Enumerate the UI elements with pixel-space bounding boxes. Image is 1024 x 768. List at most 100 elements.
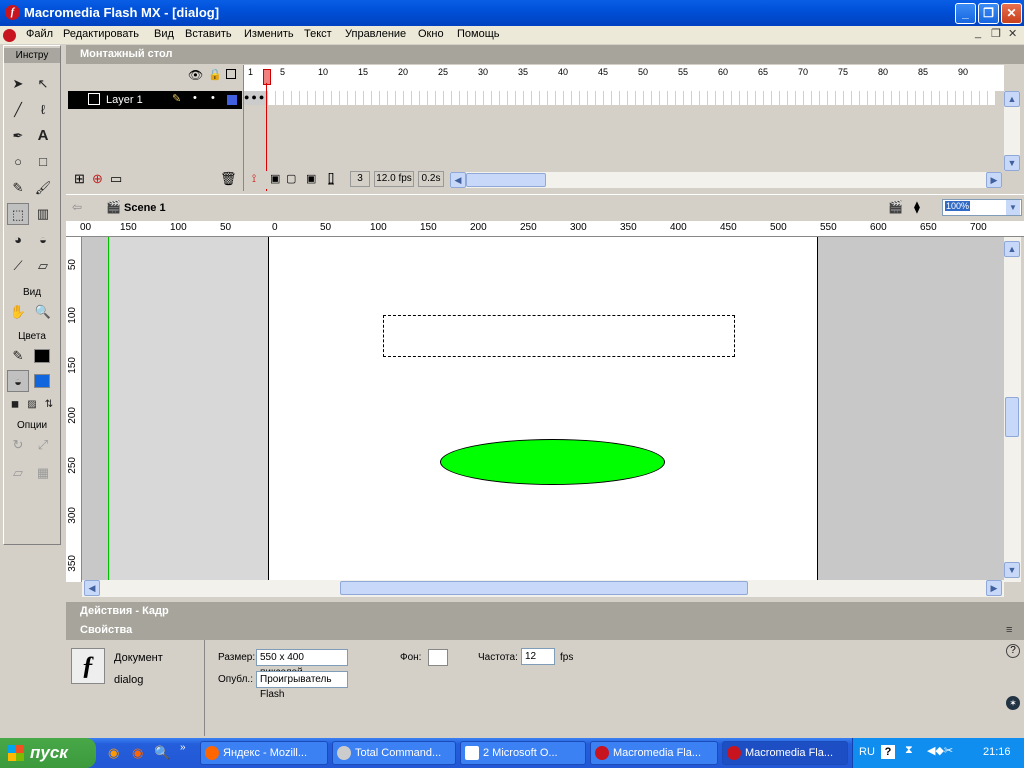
center-frame-icon[interactable]: ⟟ bbox=[252, 173, 256, 186]
trash-icon[interactable]: 🗑 bbox=[220, 171, 237, 187]
scroll-up-button[interactable]: ▲ bbox=[1004, 241, 1020, 257]
stage-hscrollbar[interactable]: ◀ ▶ bbox=[82, 580, 1004, 597]
scroll-down-button[interactable]: ▼ bbox=[1004, 155, 1020, 171]
language-indicator[interactable]: RU bbox=[859, 746, 875, 758]
green-ellipse[interactable] bbox=[440, 439, 665, 485]
stroke-color-swatch[interactable] bbox=[34, 349, 50, 363]
accessibility-icon[interactable]: ✶ bbox=[1006, 696, 1020, 710]
task-total-commander[interactable]: Total Command... bbox=[332, 741, 456, 765]
menu-view[interactable]: Вид bbox=[154, 28, 174, 40]
lock-icon[interactable]: 🔒 bbox=[208, 68, 222, 81]
onion-skin-icon[interactable]: ▣ bbox=[270, 172, 280, 185]
add-layer-icon[interactable]: ⊞ bbox=[74, 171, 85, 187]
network-icon[interactable]: ⧗ bbox=[905, 744, 913, 757]
keyframes[interactable]: ●●● bbox=[244, 91, 266, 105]
size-button[interactable]: 550 x 400 пикселей bbox=[256, 649, 348, 678]
doc-restore-button[interactable]: ❐ bbox=[991, 27, 1001, 40]
timeline-header[interactable]: Монтажный стол bbox=[66, 45, 1024, 64]
document-icon[interactable] bbox=[3, 29, 16, 42]
rectangle-tool-icon[interactable]: □ bbox=[32, 151, 54, 173]
edit-scene-icon[interactable]: 🎬 bbox=[888, 200, 903, 214]
text-field-box[interactable] bbox=[383, 315, 735, 357]
menu-help[interactable]: Помощь bbox=[457, 28, 500, 40]
brush-tool-icon[interactable]: 🖌 bbox=[32, 177, 54, 199]
frame-rate-input[interactable]: 12 bbox=[521, 648, 555, 665]
task-flash-1[interactable]: Macromedia Fla... bbox=[590, 741, 718, 765]
scroll-left-button[interactable]: ◀ bbox=[450, 172, 466, 188]
quicklaunch-icon[interactable]: ◉ bbox=[108, 745, 119, 761]
menu-modify[interactable]: Изменить bbox=[244, 28, 294, 40]
firefox-icon[interactable]: ◉ bbox=[132, 745, 143, 761]
scroll-up-button[interactable]: ▲ bbox=[1004, 91, 1020, 107]
edit-multiple-icon[interactable]: ▣ bbox=[306, 172, 316, 185]
tools-header[interactable]: Инстру bbox=[4, 48, 60, 63]
zoom-select[interactable]: 100% ▼ bbox=[942, 199, 1022, 216]
outline-icon[interactable] bbox=[226, 69, 236, 79]
help-icon[interactable]: ? bbox=[881, 745, 895, 759]
scroll-thumb[interactable] bbox=[466, 173, 546, 187]
eyedropper-tool-icon[interactable]: ⟋ bbox=[7, 255, 29, 277]
scene-name[interactable]: Scene 1 bbox=[124, 202, 166, 214]
publish-button[interactable]: Проигрыватель Flash bbox=[256, 671, 348, 700]
hand-tool-icon[interactable]: ✋ bbox=[7, 301, 29, 323]
free-transform-tool-icon[interactable]: ⬚ bbox=[7, 203, 29, 225]
swap-colors-icon[interactable]: ⇅ bbox=[38, 394, 60, 416]
menu-file[interactable]: Файл bbox=[26, 28, 53, 40]
doc-minimize-button[interactable]: _ bbox=[975, 27, 981, 39]
help-icon[interactable]: ? bbox=[1006, 644, 1020, 658]
stage-vscrollbar[interactable]: ▲ ▼ bbox=[1004, 237, 1021, 582]
tray-icons[interactable]: ◀◆✂ bbox=[927, 744, 953, 757]
edit-symbols-icon[interactable]: ⧫ bbox=[914, 200, 920, 214]
scroll-left-button[interactable]: ◀ bbox=[84, 580, 100, 596]
minimize-button[interactable]: _ bbox=[955, 3, 976, 24]
frame-ruler[interactable]: 1 5 10 15 20 25 30 35 40 45 50 55 60 65 … bbox=[244, 65, 1004, 91]
more-chevron-icon[interactable]: » bbox=[180, 742, 186, 753]
work-area[interactable] bbox=[82, 237, 1004, 580]
add-guide-layer-icon[interactable]: ⊕ bbox=[92, 171, 103, 187]
panel-options-icon[interactable]: ≡ bbox=[1006, 621, 1012, 640]
menu-window[interactable]: Окно bbox=[418, 28, 444, 40]
eye-icon[interactable]: 👁 bbox=[188, 68, 203, 82]
back-arrow-icon[interactable]: ⇦ bbox=[72, 200, 82, 214]
visibility-dot[interactable]: • bbox=[193, 92, 197, 104]
add-folder-icon[interactable]: ▭ bbox=[110, 171, 122, 187]
distort-option-icon[interactable]: ▱ bbox=[7, 462, 29, 484]
ink-bottle-tool-icon[interactable]: ◕ bbox=[7, 229, 29, 251]
scroll-right-button[interactable]: ▶ bbox=[986, 580, 1002, 596]
outline-color-box[interactable] bbox=[227, 95, 237, 105]
task-firefox[interactable]: Яндекс - Mozill... bbox=[200, 741, 328, 765]
pen-tool-icon[interactable]: ✒ bbox=[7, 125, 29, 147]
background-color-swatch[interactable] bbox=[428, 649, 448, 666]
doc-close-button[interactable]: ✕ bbox=[1008, 27, 1017, 40]
stage[interactable] bbox=[268, 237, 818, 580]
arrow-tool-icon[interactable]: ➤ bbox=[7, 73, 29, 95]
scale-option-icon[interactable]: ⤢ bbox=[32, 434, 54, 456]
text-tool-icon[interactable]: A bbox=[32, 125, 54, 147]
paint-bucket-tool-icon[interactable]: ◒ bbox=[32, 229, 54, 251]
menu-text[interactable]: Текст bbox=[304, 28, 332, 40]
line-tool-icon[interactable]: ╱ bbox=[7, 99, 29, 121]
fill-color-swatch[interactable] bbox=[34, 374, 50, 388]
subselect-tool-icon[interactable]: ↖ bbox=[32, 73, 54, 95]
timeline-hscrollbar[interactable]: ◀ ▶ bbox=[450, 172, 1002, 188]
actions-panel-header[interactable]: Действия - Кадр bbox=[66, 602, 1024, 621]
search-icon[interactable]: 🔍 bbox=[154, 745, 170, 761]
start-button[interactable]: пуск bbox=[0, 738, 96, 768]
timeline-vscrollbar[interactable]: ▲ ▼ bbox=[1004, 91, 1020, 171]
task-word[interactable]: 2 Microsoft O... bbox=[460, 741, 586, 765]
scroll-down-button[interactable]: ▼ bbox=[1004, 562, 1020, 578]
menu-edit[interactable]: Редактировать bbox=[63, 28, 139, 40]
close-button[interactable]: ✕ bbox=[1001, 3, 1022, 24]
menu-control[interactable]: Управление bbox=[345, 28, 406, 40]
maximize-button[interactable]: ❐ bbox=[978, 3, 999, 24]
envelope-option-icon[interactable]: ▦ bbox=[32, 462, 54, 484]
scroll-right-button[interactable]: ▶ bbox=[986, 172, 1002, 188]
zoom-tool-icon[interactable]: 🔍 bbox=[32, 301, 54, 323]
rotate-option-icon[interactable]: ↻ bbox=[7, 434, 29, 456]
onion-outline-icon[interactable]: ▢ bbox=[286, 172, 296, 185]
fill-transform-tool-icon[interactable]: ▥ bbox=[32, 203, 54, 225]
chevron-down-icon[interactable]: ▼ bbox=[1006, 200, 1020, 215]
oval-tool-icon[interactable]: ○ bbox=[7, 151, 29, 173]
scroll-thumb[interactable] bbox=[1005, 397, 1019, 437]
guide-line[interactable] bbox=[108, 237, 109, 580]
